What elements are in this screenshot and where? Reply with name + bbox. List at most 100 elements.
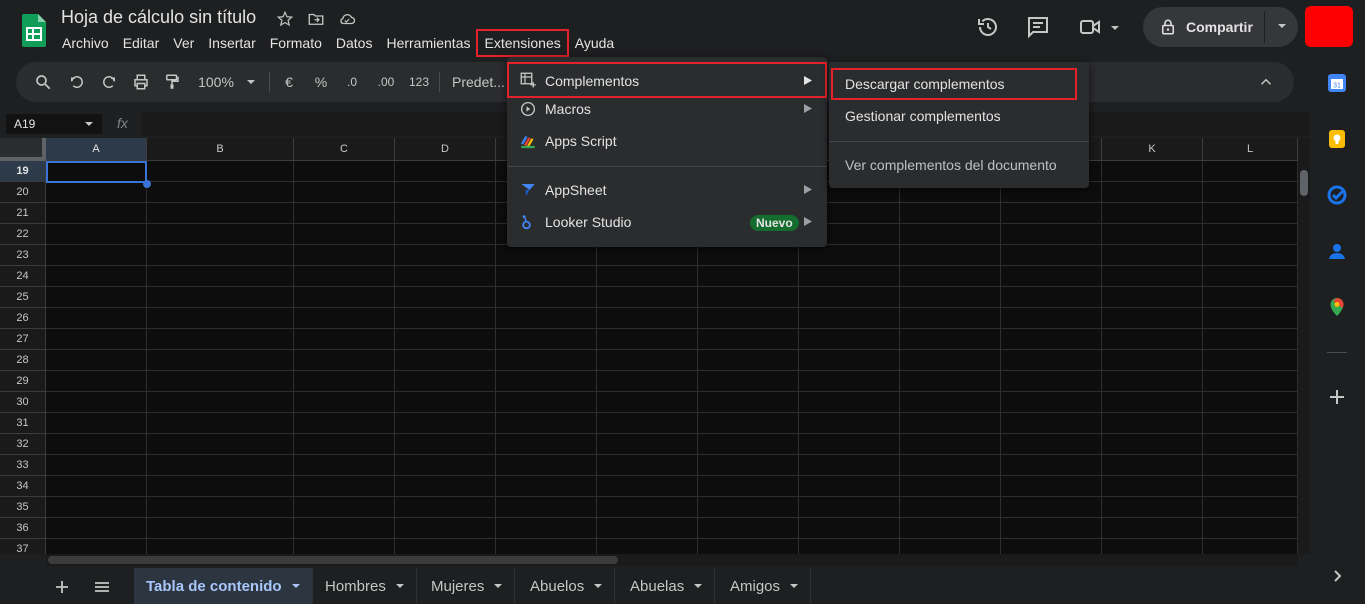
vertical-scrollbar[interactable]	[1298, 138, 1310, 554]
row-header-28[interactable]: 28	[0, 350, 46, 371]
cloud-saved-icon[interactable]	[338, 10, 356, 28]
chevron-down-icon[interactable]	[789, 581, 799, 591]
all-sheets-icon[interactable]	[92, 577, 112, 597]
search-menus-button[interactable]	[33, 71, 53, 93]
row-header-25[interactable]: 25	[0, 287, 46, 308]
chevron-down-icon[interactable]	[291, 581, 301, 591]
select-all-corner[interactable]	[0, 138, 46, 161]
star-icon[interactable]	[276, 10, 294, 28]
column-header-k[interactable]: K	[1102, 138, 1203, 161]
font-select[interactable]: Predet...	[452, 71, 512, 93]
calendar-icon[interactable]: 31	[1326, 72, 1348, 94]
search-icon	[36, 75, 51, 90]
sheet-tab-hombres[interactable]: Hombres	[313, 568, 417, 604]
menu-item-ver-complementos-documento[interactable]: Ver complementos del documento	[829, 149, 1089, 181]
tasks-icon[interactable]	[1326, 184, 1348, 206]
sheet-tab-abuelas[interactable]: Abuelas	[618, 568, 716, 604]
share-options-chevron-icon[interactable]	[1275, 19, 1289, 33]
plus-icon[interactable]	[1326, 386, 1348, 408]
row-header-37[interactable]: 37	[0, 539, 46, 554]
column-header-b[interactable]: B	[147, 138, 294, 161]
sheet-tab-tabla-de-contenido[interactable]: Tabla de contenido	[134, 568, 313, 604]
menu-herramientas[interactable]: Herramientas	[379, 30, 477, 56]
sheet-tab-mujeres[interactable]: Mujeres	[419, 568, 516, 604]
share-button[interactable]: Compartir	[1143, 7, 1298, 47]
sheets-logo-icon[interactable]	[22, 14, 46, 47]
row-header-19[interactable]: 19	[0, 161, 46, 182]
number-format-button[interactable]: 123	[407, 71, 431, 93]
column-header-l[interactable]: L	[1203, 138, 1298, 161]
row-header-22[interactable]: 22	[0, 224, 46, 245]
redo-button[interactable]	[99, 71, 119, 93]
column-header-c[interactable]: C	[294, 138, 395, 161]
menu-editar[interactable]: Editar	[116, 30, 167, 56]
row-header-32[interactable]: 32	[0, 434, 46, 455]
grid-row-line	[46, 496, 1298, 497]
row-header-23[interactable]: 23	[0, 245, 46, 266]
row-header-27[interactable]: 27	[0, 329, 46, 350]
menu-ver[interactable]: Ver	[166, 30, 201, 56]
fill-handle[interactable]	[143, 180, 151, 188]
row-header-31[interactable]: 31	[0, 413, 46, 434]
row-header-34[interactable]: 34	[0, 476, 46, 497]
zoom-chevron[interactable]	[245, 71, 257, 93]
sheet-tab-amigos[interactable]: Amigos	[718, 568, 812, 604]
row-header-33[interactable]: 33	[0, 455, 46, 476]
menu-item-appsheet[interactable]: AppSheet	[507, 174, 827, 206]
increase-decimals-button[interactable]: .00	[373, 71, 399, 93]
row-header-35[interactable]: 35	[0, 497, 46, 518]
row-header-20[interactable]: 20	[0, 182, 46, 203]
row-header-24[interactable]: 24	[0, 266, 46, 287]
maps-icon[interactable]	[1326, 296, 1348, 318]
move-folder-icon[interactable]	[307, 10, 325, 28]
menu-extensiones[interactable]: Extensiones	[476, 29, 569, 57]
menu-insertar[interactable]: Insertar	[201, 30, 262, 56]
chevron-down-icon[interactable]	[493, 581, 503, 591]
row-header-26[interactable]: 26	[0, 308, 46, 329]
menu-item-gestionar-complementos[interactable]: Gestionar complementos	[829, 100, 1089, 132]
fx-icon: fx	[117, 115, 128, 131]
menu-formato[interactable]: Formato	[263, 30, 329, 56]
comments-icon[interactable]	[1026, 15, 1050, 39]
decrease-decimals-button[interactable]: .0	[341, 71, 363, 93]
row-header-36[interactable]: 36	[0, 518, 46, 539]
menu-item-apps-script[interactable]: Apps Script	[507, 125, 827, 157]
horizontal-scroll-thumb[interactable]	[48, 556, 618, 564]
column-header-a[interactable]: A	[46, 138, 147, 161]
menu-archivo[interactable]: Archivo	[55, 30, 116, 56]
avatar[interactable]	[1305, 6, 1353, 47]
chevron-down-icon[interactable]	[693, 581, 703, 591]
contacts-icon[interactable]	[1326, 240, 1348, 262]
row-header-30[interactable]: 30	[0, 392, 46, 413]
print-button[interactable]	[131, 71, 151, 93]
row-header-29[interactable]: 29	[0, 371, 46, 392]
column-header-d[interactable]: D	[395, 138, 496, 161]
paint-format-button[interactable]	[162, 71, 182, 93]
menu-datos[interactable]: Datos	[329, 30, 380, 56]
undo-button[interactable]	[67, 71, 87, 93]
chevron-down-icon[interactable]	[84, 119, 94, 129]
document-title[interactable]: Hoja de cálculo sin título	[61, 7, 256, 28]
selected-cell-a19[interactable]	[46, 161, 147, 183]
menu-ayuda[interactable]: Ayuda	[568, 30, 621, 56]
row-header-21[interactable]: 21	[0, 203, 46, 224]
version-history-icon[interactable]	[976, 15, 1000, 39]
submenu-arrow-icon	[804, 185, 812, 194]
zoom-select[interactable]: 100%	[196, 71, 236, 93]
sheet-tab-label: Amigos	[730, 577, 781, 595]
percent-format-button[interactable]: %	[312, 71, 330, 93]
add-sheet-icon[interactable]	[52, 577, 72, 597]
chevron-down-icon[interactable]	[1108, 15, 1122, 39]
currency-format-button[interactable]: €	[280, 71, 298, 93]
chevron-down-icon[interactable]	[593, 581, 603, 591]
meet-icon[interactable]	[1078, 15, 1102, 39]
menu-item-looker-studio[interactable]: Looker Studio Nuevo	[507, 206, 827, 238]
chevron-right-icon[interactable]	[1326, 565, 1348, 587]
sheet-tab-abuelos[interactable]: Abuelos	[518, 568, 616, 604]
menu-item-descargar-complementos[interactable]: Descargar complementos	[831, 68, 1077, 100]
keep-icon[interactable]	[1326, 128, 1348, 150]
menu-item-macros[interactable]: Macros	[507, 93, 827, 125]
collapse-toolbar-button[interactable]	[1256, 71, 1276, 93]
chevron-down-icon[interactable]	[395, 581, 405, 591]
vertical-scroll-thumb[interactable]	[1300, 170, 1308, 196]
